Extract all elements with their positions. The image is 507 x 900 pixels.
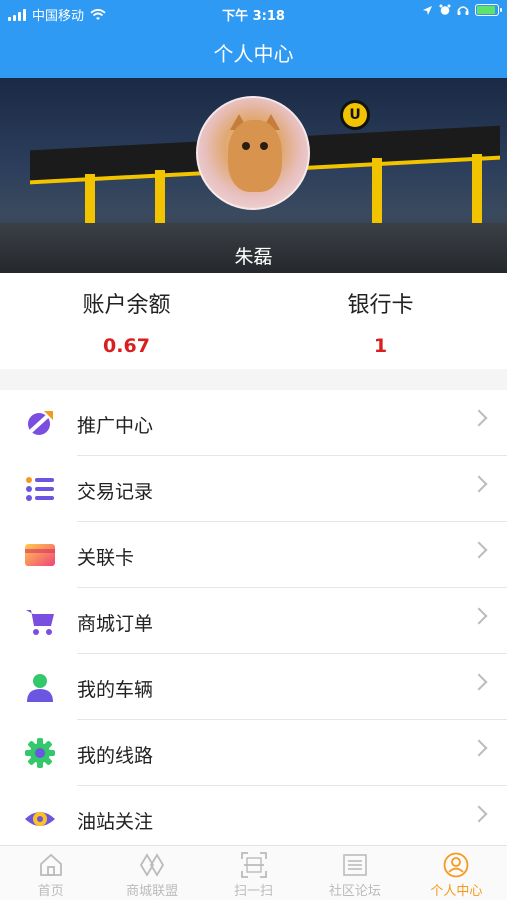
- gear-icon: [25, 738, 55, 768]
- banner-pillar: [372, 158, 382, 228]
- account-stats: 账户余额 0.67 银行卡 1: [0, 273, 507, 369]
- alarm-icon: [439, 4, 451, 15]
- tab-label: 首页: [37, 884, 64, 899]
- stat-label: 银行卡: [347, 293, 414, 318]
- username: 朱磊: [234, 246, 273, 268]
- menu-item-label: 商城订单: [77, 613, 154, 635]
- profile-banner: U 朱磊: [0, 78, 507, 273]
- tab-label: 社区论坛: [328, 884, 381, 899]
- chevron-right-icon: [470, 409, 488, 427]
- menu-item-label: 交易记录: [77, 481, 154, 503]
- forum-icon: [343, 854, 367, 876]
- menu-item-station-follow[interactable]: 油站关注: [0, 786, 507, 845]
- battery-icon: [475, 4, 502, 16]
- header-bar: 中国移动 下午 3:18 个人中心: [0, 0, 507, 78]
- cart-icon: [26, 610, 54, 635]
- banner-pillar: [155, 170, 165, 224]
- tab-label: 扫一扫: [234, 884, 274, 899]
- stat-value: 0.67: [103, 335, 150, 357]
- eye-icon: [25, 812, 55, 826]
- bottom-tab-bar: 首页 商城联盟 扫一扫 社区论坛 个人中心: [0, 845, 507, 900]
- rocket-icon: [28, 410, 54, 435]
- profile-icon: [443, 852, 469, 878]
- home-icon: [39, 853, 62, 876]
- tab-label: 商城联盟: [126, 884, 179, 899]
- scan-icon: [240, 852, 267, 878]
- stat-balance[interactable]: 账户余额 0.67: [0, 273, 253, 357]
- headphones-icon: [457, 6, 469, 15]
- menu-item-mall-orders[interactable]: 商城订单: [0, 588, 507, 654]
- banner-pillar: [472, 154, 482, 224]
- location-icon: [423, 5, 432, 15]
- tab-profile[interactable]: 个人中心: [406, 846, 507, 900]
- page-title: 个人中心: [213, 42, 294, 66]
- avatar[interactable]: [196, 96, 310, 210]
- menu-item-label: 推广中心: [77, 415, 154, 437]
- diamond-icon: [140, 853, 165, 877]
- tab-home[interactable]: 首页: [0, 846, 101, 900]
- chevron-right-icon: [470, 475, 488, 493]
- stat-value: 1: [373, 335, 388, 357]
- chevron-right-icon: [470, 607, 488, 625]
- menu-item-my-vehicles[interactable]: 我的车辆: [0, 654, 507, 720]
- stat-bank-cards[interactable]: 银行卡 1: [254, 273, 507, 357]
- tab-scan[interactable]: 扫一扫: [203, 846, 304, 900]
- menu-item-label: 关联卡: [77, 547, 135, 569]
- menu-item-transactions[interactable]: 交易记录: [0, 456, 507, 522]
- menu-list: 推广中心 交易记录 关联卡 商城订单 我的车辆 我的线路 油站关注: [0, 390, 507, 845]
- chevron-right-icon: [470, 673, 488, 691]
- card-icon: [25, 544, 55, 566]
- menu-item-label: 我的车辆: [77, 679, 154, 701]
- person-icon: [27, 674, 53, 702]
- menu-item-promotion[interactable]: 推广中心: [0, 390, 507, 456]
- menu-item-my-routes[interactable]: 我的线路: [0, 720, 507, 786]
- menu-item-linked-card[interactable]: 关联卡: [0, 522, 507, 588]
- chevron-right-icon: [470, 541, 488, 559]
- stat-label: 账户余额: [82, 293, 171, 318]
- menu-item-label: 油站关注: [77, 811, 154, 833]
- chevron-right-icon: [470, 739, 488, 757]
- status-bar: 中国移动 下午 3:18: [0, 0, 507, 26]
- menu-item-label: 我的线路: [77, 745, 154, 767]
- tab-community-forum[interactable]: 社区论坛: [304, 846, 405, 900]
- chevron-right-icon: [470, 805, 488, 823]
- tab-label: 个人中心: [430, 884, 483, 899]
- station-logo: U: [340, 100, 370, 130]
- banner-pillar: [85, 174, 95, 224]
- list-icon: [26, 477, 54, 501]
- status-right: [422, 4, 502, 16]
- tab-mall-alliance[interactable]: 商城联盟: [101, 846, 202, 900]
